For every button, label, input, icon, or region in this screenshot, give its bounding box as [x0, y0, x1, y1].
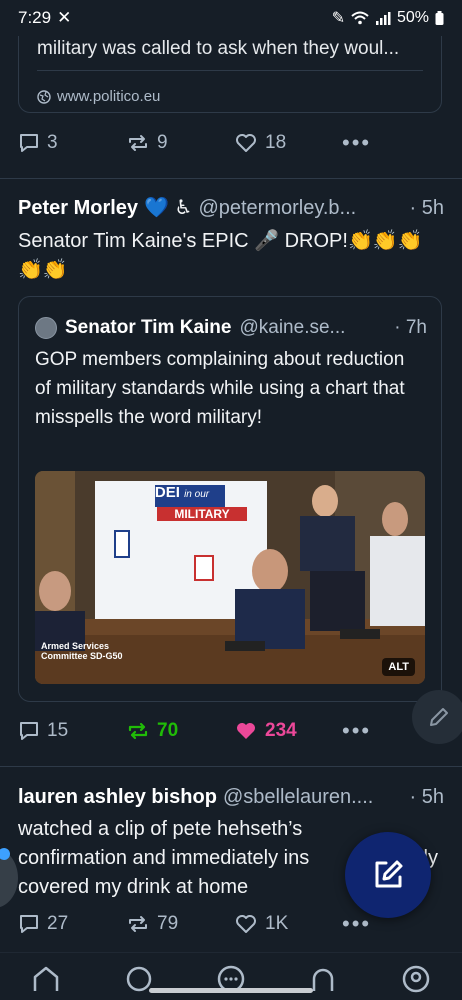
globe-icon — [37, 89, 51, 104]
author-badges: 💙 ♿ — [144, 197, 193, 219]
sign-title: DEI — [154, 484, 180, 501]
quote-author-handle: @kaine.se... — [239, 317, 346, 338]
like-count: 234 — [265, 720, 297, 741]
reply-count: 27 — [47, 913, 69, 934]
wifi-icon — [351, 11, 369, 25]
repost-button[interactable]: 9 — [126, 132, 234, 154]
like-icon — [236, 915, 256, 933]
link-domain-text: www.politico.eu — [57, 88, 161, 105]
sign-subtitle: in our — [184, 489, 210, 500]
like-icon — [237, 723, 255, 739]
like-button[interactable]: 234 — [234, 720, 342, 742]
quote-author-name: Senator Tim Kaine — [65, 317, 232, 338]
reply-button[interactable]: 15 — [18, 720, 126, 742]
post2-actions: 15 70 234 ••• — [18, 718, 398, 744]
like-button[interactable]: 1K — [234, 913, 342, 935]
reply-count: 15 — [47, 720, 69, 741]
post-image[interactable]: DEI in our MILITARY Armed Services Commi… — [35, 471, 425, 684]
notifications-icon[interactable] — [308, 963, 338, 993]
sign-word: MILITARY — [174, 507, 230, 521]
post2-header: Peter Morley 💙 ♿ @petermorley.b... · 5h — [18, 195, 444, 220]
repost-icon — [129, 135, 147, 151]
link-divider — [37, 70, 423, 71]
author-handle[interactable]: @petermorley.b... — [198, 197, 356, 220]
reply-button[interactable]: 27 — [18, 913, 126, 935]
post2-text: Senator Tim Kaine's EPIC 🎤 DROP!👏👏👏👏👏 — [18, 230, 423, 281]
link-description: military was called to ask when they wou… — [37, 38, 400, 59]
more-icon[interactable]: ••• — [342, 130, 371, 156]
image-caption: Armed Services Committee SD-G50 — [41, 641, 123, 661]
avatar — [35, 317, 57, 339]
repost-button[interactable]: 79 — [126, 913, 234, 935]
quote-time: · 7h — [394, 317, 427, 338]
more-icon[interactable]: ••• — [342, 911, 371, 937]
post3-line2: confirmation and immediately ins — [18, 847, 310, 869]
profile-icon[interactable] — [401, 963, 431, 993]
reply-count: 3 — [47, 132, 58, 153]
repost-count: 9 — [157, 132, 168, 153]
signal-icon — [375, 12, 391, 25]
reply-button[interactable]: 3 — [18, 132, 126, 154]
post3-header: lauren ashley bishop @sbellelauren.... ·… — [18, 786, 444, 809]
status-time: 7:29 — [18, 8, 52, 27]
feed: 7:29 ✕ ✎ 50% military was called to ask … — [0, 0, 462, 1000]
home-icon[interactable] — [31, 963, 61, 993]
x-notification-icon: ✕ — [57, 8, 72, 27]
repost-icon — [129, 916, 147, 932]
pencil-icon — [430, 708, 448, 726]
separator — [0, 178, 462, 179]
post-time: · 5h — [409, 786, 444, 808]
home-indicator[interactable] — [149, 988, 313, 993]
reply-icon — [20, 134, 38, 152]
link-domain: www.politico.eu — [37, 88, 160, 105]
compose-button[interactable] — [345, 832, 431, 918]
pen-status-icon: ✎ — [331, 10, 345, 27]
quote-header: Senator Tim Kaine @kaine.se... · 7h — [35, 317, 427, 339]
author-name[interactable]: lauren ashley bishop — [18, 786, 217, 809]
reply-icon — [20, 915, 38, 933]
author-name[interactable]: Peter Morley — [18, 197, 138, 220]
like-button[interactable]: 18 — [234, 132, 342, 154]
more-icon[interactable]: ••• — [342, 718, 371, 744]
like-icon — [236, 134, 256, 152]
post-time: · 5h — [409, 197, 444, 219]
reply-icon — [20, 722, 38, 740]
repost-count: 70 — [157, 720, 179, 741]
separator — [0, 766, 462, 767]
repost-count: 79 — [157, 913, 179, 934]
like-count: 18 — [265, 132, 287, 153]
quote-card[interactable]: Senator Tim Kaine @kaine.se... · 7h GOP … — [18, 296, 442, 702]
author-handle[interactable]: @sbellelauren.... — [223, 786, 373, 809]
post3-actions: 27 79 1K ••• — [18, 911, 398, 937]
edit-fab[interactable] — [412, 690, 462, 744]
alt-badge[interactable]: ALT — [382, 658, 415, 676]
status-bar: 7:29 ✕ ✎ 50% — [0, 0, 462, 36]
repost-button[interactable]: 70 — [126, 720, 234, 742]
battery-icon — [435, 11, 444, 25]
compose-icon — [375, 860, 403, 888]
quote-text: GOP members complaining about reduction … — [35, 349, 405, 428]
repost-icon — [128, 722, 148, 740]
like-count: 1K — [265, 913, 289, 934]
post1-actions: 3 9 18 ••• — [18, 130, 398, 156]
battery-level: 50% — [396, 9, 429, 26]
